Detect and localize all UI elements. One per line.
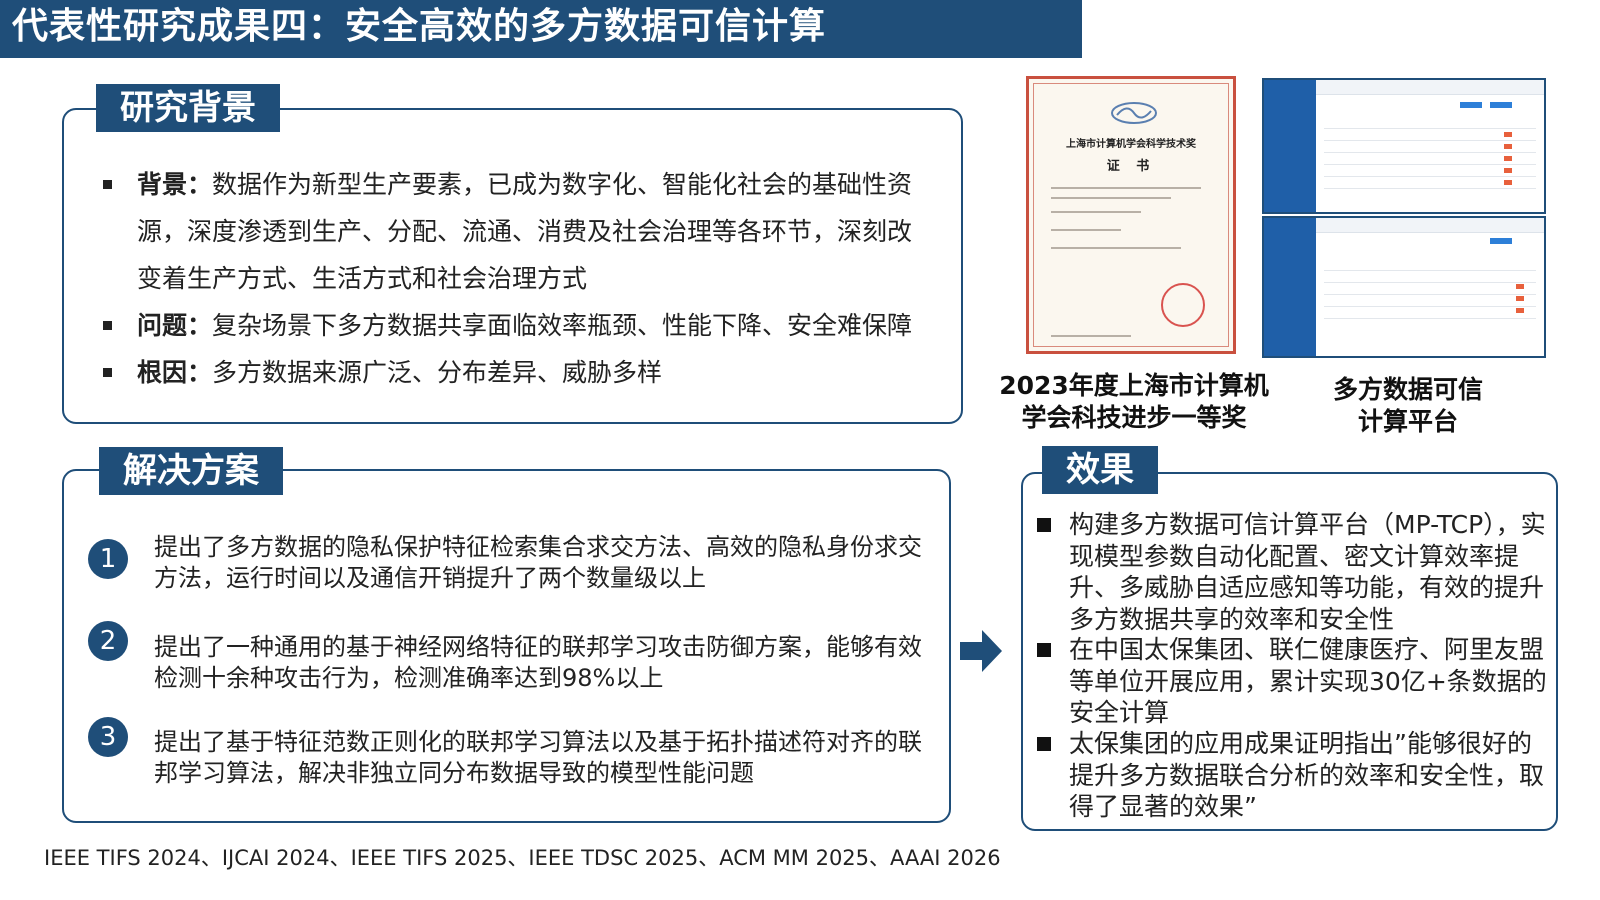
page-title: 代表性研究成果四：安全高效的多方数据可信计算	[12, 6, 827, 47]
arrow-right-icon	[960, 630, 1002, 672]
effect-item: 构建多方数据可信计算平台（MP-TCP），实现模型参数自动化配置、密文计算效率提…	[1069, 510, 1546, 634]
seal-icon	[1161, 283, 1205, 327]
bullet-icon	[103, 368, 112, 377]
platform-screenshot-2	[1262, 216, 1546, 358]
bullet-icon	[103, 321, 112, 330]
square-bullet-icon	[1037, 518, 1051, 532]
references: IEEE TIFS 2024、IJCAI 2024、IEEE TIFS 2025…	[44, 846, 1001, 870]
number-badge: 2	[88, 621, 128, 661]
effect-item: 太保集团的应用成果证明指出”能够很好的提升多方数据联合分析的效率和安全性，取得了…	[1069, 729, 1545, 821]
background-label: 背景：	[137, 170, 213, 199]
background-text: 复杂场景下多方数据共享面临效率瓶颈、性能下降、安全难保障	[212, 311, 913, 340]
platform-screenshot-1	[1262, 78, 1546, 214]
background-text: 变着生产方式、生活方式和社会治理方式	[137, 264, 588, 293]
background-label: 根因：	[137, 358, 213, 387]
square-bullet-icon	[1037, 643, 1051, 657]
background-text: 数据作为新型生产要素，已成为数字化、智能化社会的基础性资	[212, 170, 913, 199]
solution-tag: 解决方案	[99, 447, 283, 495]
number-badge: 3	[88, 717, 128, 757]
society-logo-icon	[1111, 102, 1157, 124]
certificate-title: 上海市计算机学会科学技术奖	[1066, 139, 1196, 150]
solution-panel: 1 提出了多方数据的隐私保护特征检索集合求交方法、高效的隐私身份求交方法，运行时…	[62, 469, 951, 823]
square-bullet-icon	[1037, 737, 1051, 751]
certificate-image: 上海市计算机学会科学技术奖 证 书	[1026, 76, 1236, 354]
background-text: 源，深度渗透到生产、分配、流通、消费及社会治理等各环节，深刻改	[137, 217, 913, 246]
effect-tag: 效果	[1042, 446, 1158, 494]
certificate-caption: 2023年度上海市计算机 学会科技进步一等奖	[999, 371, 1269, 432]
effect-item: 在中国太保集团、联仁健康医疗、阿里友盟等单位开展应用，累计实现30亿+条数据的安…	[1069, 635, 1547, 727]
certificate-subtitle: 证 书	[1106, 159, 1156, 174]
title-bar: 代表性研究成果四：安全高效的多方数据可信计算	[0, 0, 1082, 58]
effect-panel: 构建多方数据可信计算平台（MP-TCP），实现模型参数自动化配置、密文计算效率提…	[1021, 472, 1558, 831]
solution-item: 提出了一种通用的基于神经网络特征的联邦学习攻击防御方案，能够有效检测十余种攻击行…	[154, 633, 922, 692]
number-badge: 1	[88, 539, 128, 579]
background-text: 多方数据来源广泛、分布差异、威胁多样	[212, 358, 663, 387]
bullet-icon	[103, 180, 112, 189]
background-label: 问题：	[137, 311, 213, 340]
solution-item: 提出了多方数据的隐私保护特征检索集合求交方法、高效的隐私身份求交方法，运行时间以…	[154, 533, 922, 592]
solution-item: 提出了基于特征范数正则化的联邦学习算法以及基于拓扑描述符对齐的联邦学习算法，解决…	[154, 728, 922, 787]
platform-caption: 多方数据可信 计算平台	[1332, 375, 1483, 436]
background-tag: 研究背景	[96, 84, 280, 132]
